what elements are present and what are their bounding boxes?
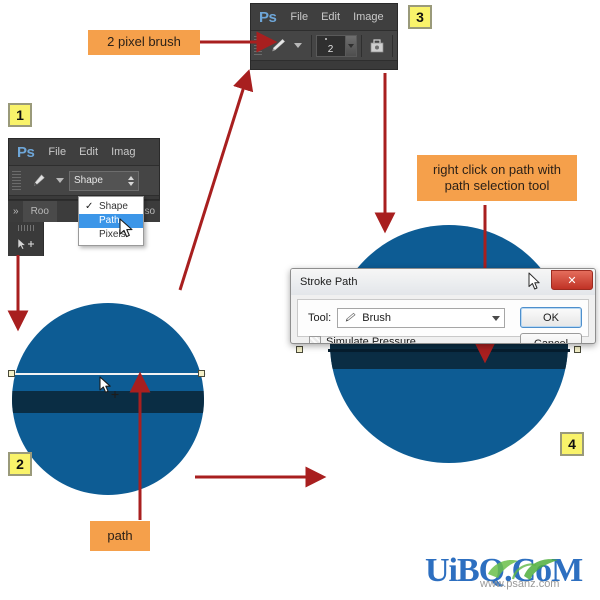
callout-2-pixel-brush: 2 pixel brush xyxy=(88,30,200,55)
cancel-button-label: Cancel xyxy=(533,337,569,344)
step-badge-1-label: 1 xyxy=(16,107,24,123)
circle-dark-band xyxy=(330,343,568,369)
path-selection-tool-icon[interactable] xyxy=(8,235,43,253)
callout-right-click: right click on path with path selection … xyxy=(417,155,577,201)
brush-preset-chevron-down-icon[interactable] xyxy=(293,43,302,48)
brush-size-dot-icon xyxy=(324,37,327,40)
step-badge-3-label: 3 xyxy=(416,9,424,25)
tool-mode-value: Shape xyxy=(74,175,103,186)
tool-label: Tool: xyxy=(308,312,332,324)
panel3-menubar: Ps File Edit Image xyxy=(251,4,397,31)
stroked-path-line xyxy=(328,349,570,352)
step-badge-4-label: 4 xyxy=(568,436,576,452)
menu-edit[interactable]: Edit xyxy=(79,146,98,158)
divider xyxy=(360,34,362,57)
stroke-path-dialog[interactable]: Stroke Path ✕ Tool: Brush Simulate Press… xyxy=(290,268,596,344)
cancel-button[interactable]: Cancel xyxy=(520,333,582,344)
menu-edit[interactable]: Edit xyxy=(321,11,340,23)
path-anchor-point-left[interactable] xyxy=(296,346,303,353)
options-bar-grip[interactable] xyxy=(254,35,262,56)
brush-tool-icon[interactable] xyxy=(266,34,289,58)
callout-right-click-line2: path selection tool xyxy=(444,178,550,193)
pen-preset-chevron-down-icon[interactable] xyxy=(56,178,64,183)
tool-value-label: Brush xyxy=(362,312,391,324)
brush-size-stepper[interactable] xyxy=(345,34,357,57)
tools-panel xyxy=(8,222,44,256)
step-badge-2: 2 xyxy=(8,452,32,476)
path-anchor-point-right[interactable] xyxy=(574,346,581,353)
brush-size-value: 2 xyxy=(327,43,334,55)
divider xyxy=(392,34,393,57)
menu-image[interactable]: Image xyxy=(353,11,384,23)
callout-path: path xyxy=(90,521,150,551)
chevron-down-icon[interactable] xyxy=(492,315,501,321)
photoshop-logo-icon: Ps xyxy=(259,8,277,26)
step-badge-4: 4 xyxy=(560,432,584,456)
airbrush-icon[interactable] xyxy=(365,34,388,58)
photoshop-panel-step3: Ps File Edit Image 2 xyxy=(250,3,398,70)
callout-path-label: path xyxy=(107,527,133,543)
blue-circle-stroked xyxy=(330,225,568,463)
menu-file[interactable]: File xyxy=(290,11,308,23)
tool-mode-option-shape-label: Shape xyxy=(99,201,128,212)
document-tab-overflow-label: so xyxy=(144,206,155,217)
step-badge-2-label: 2 xyxy=(16,456,24,472)
document-tab-label: Roo xyxy=(30,206,49,217)
tutorial-canvas: Ps File Edit Image 2 3 2 pixel brush 1 P… xyxy=(0,0,600,600)
tool-mode-spinner-icon xyxy=(128,175,134,186)
photoshop-panel-step1: Ps File Edit Imag Shape xyxy=(8,138,160,200)
path-anchor-point-right[interactable] xyxy=(198,370,205,377)
tool-mode-option-path-label: Path xyxy=(99,215,120,226)
callout-right-click-line1: right click on path with xyxy=(433,161,561,177)
path-anchor-point-left[interactable] xyxy=(8,370,15,377)
dialog-title-label: Stroke Path xyxy=(300,276,358,288)
tool-mode-option-shape[interactable]: ✓ Shape xyxy=(79,200,143,214)
tools-panel-grip[interactable] xyxy=(17,225,34,231)
panel1-options-bar: Shape xyxy=(9,166,159,196)
tool-mode-select[interactable]: Shape xyxy=(69,170,139,191)
close-icon-glyph: ✕ xyxy=(567,274,577,287)
watermark-leaf-icon xyxy=(488,559,558,580)
simulate-pressure-label: Simulate Pressure xyxy=(326,336,416,344)
ok-button[interactable]: OK xyxy=(520,307,582,328)
callout-2-pixel-brush-label: 2 pixel brush xyxy=(107,34,181,50)
options-bar-grip[interactable] xyxy=(12,170,21,191)
expand-panels-chevron-icon[interactable]: » xyxy=(8,206,23,217)
simulate-pressure-checkbox[interactable] xyxy=(309,336,321,343)
vector-path-line[interactable] xyxy=(10,373,206,375)
check-icon: ✓ xyxy=(85,201,94,212)
divider xyxy=(310,34,312,57)
ok-button-label: OK xyxy=(543,311,559,324)
panel3-options-bar: 2 xyxy=(251,31,397,61)
pen-tool-icon[interactable] xyxy=(25,169,51,193)
step-badge-1: 1 xyxy=(8,103,32,127)
menu-file[interactable]: File xyxy=(48,146,66,158)
tool-combobox[interactable]: Brush xyxy=(337,308,506,328)
panel1-menubar: Ps File Edit Imag xyxy=(9,139,159,166)
close-icon[interactable]: ✕ xyxy=(551,270,593,290)
brush-icon xyxy=(342,312,357,324)
mouse-cursor-icon xyxy=(118,218,136,240)
step-badge-3: 3 xyxy=(408,5,432,29)
mouse-cursor-icon xyxy=(527,272,543,292)
document-tab[interactable]: Roo xyxy=(22,201,57,222)
photoshop-logo-icon: Ps xyxy=(17,143,35,161)
dialog-title-bar[interactable]: Stroke Path ✕ xyxy=(291,269,595,295)
pen-cursor-icon xyxy=(98,376,124,402)
brush-size-input[interactable]: 2 xyxy=(315,34,346,57)
dialog-body: Tool: Brush Simulate Pressure OK Cancel xyxy=(297,299,589,343)
menu-image[interactable]: Imag xyxy=(111,146,135,158)
